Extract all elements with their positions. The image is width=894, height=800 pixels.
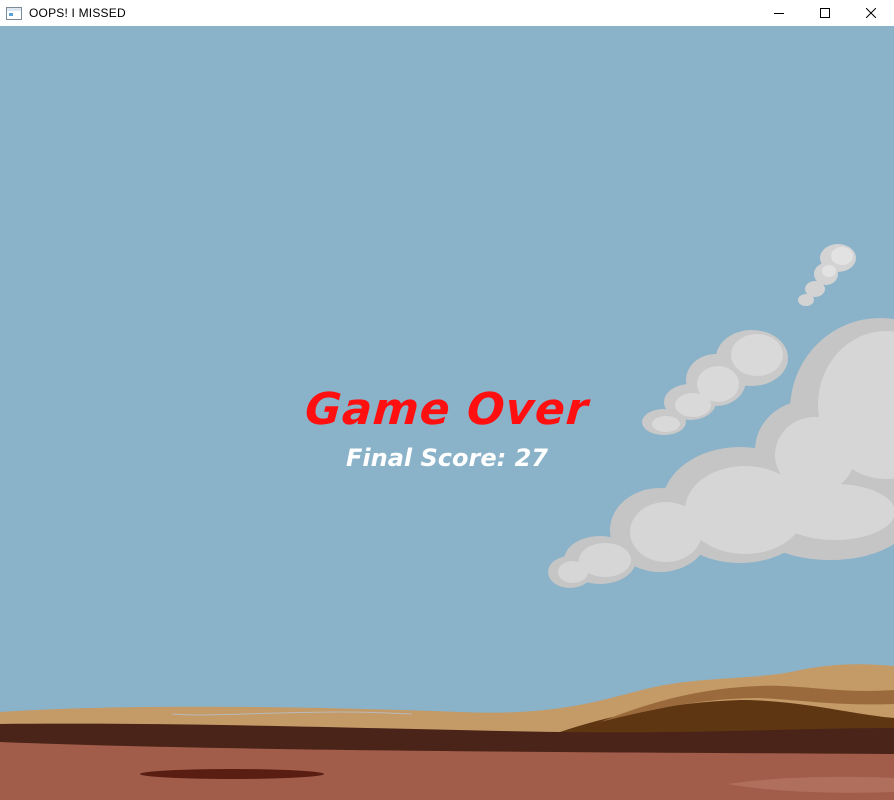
maximize-button[interactable] (802, 0, 848, 26)
ground-hole (140, 769, 324, 779)
game-over-title: Game Over (303, 384, 591, 435)
game-window: OOPS! I MISSED Game Over Final Score: 27 (0, 0, 894, 800)
app-icon (6, 6, 22, 20)
small-cloud (798, 244, 856, 306)
minimize-button[interactable] (756, 0, 802, 26)
close-icon (866, 8, 876, 18)
close-button[interactable] (848, 0, 894, 26)
window-controls (756, 0, 894, 26)
title-bar[interactable]: OOPS! I MISSED (0, 0, 894, 27)
game-canvas[interactable]: Game Over Final Score: 27 (0, 26, 894, 800)
window-title: OOPS! I MISSED (29, 6, 126, 20)
final-score-label: Final Score: 27 (346, 444, 548, 472)
maximize-icon (820, 8, 830, 18)
minimize-icon (774, 13, 784, 14)
